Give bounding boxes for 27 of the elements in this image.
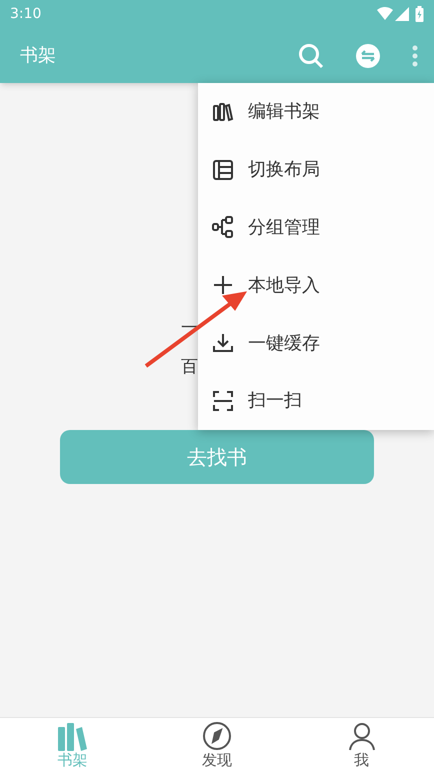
books-icon — [57, 723, 88, 752]
battery-icon — [415, 6, 424, 22]
nodes-icon — [212, 216, 234, 238]
download-icon — [212, 332, 234, 354]
plus-icon — [212, 274, 234, 296]
search-icon[interactable] — [298, 42, 324, 68]
nav-tab[interactable]: 我 — [289, 718, 434, 772]
status-time: 3:10 — [10, 4, 42, 24]
signal-icon — [395, 7, 409, 21]
layout-icon — [212, 158, 234, 181]
message-text: 百 — [181, 359, 198, 376]
books-icon — [212, 100, 234, 123]
wifi-icon — [377, 7, 393, 21]
message-text: 一 — [181, 320, 198, 337]
menu-item[interactable]: 本地导入 — [248, 272, 320, 299]
menu-item[interactable]: 切换布局 — [248, 156, 320, 184]
scan-icon — [212, 390, 234, 412]
person-icon — [346, 721, 377, 752]
menu-item[interactable]: 编辑书架 — [248, 98, 320, 126]
toolbar-title: 书架 — [20, 44, 56, 68]
menu-item[interactable]: 一键缓存 — [248, 330, 320, 357]
menu-item[interactable]: 扫一扫 — [248, 387, 302, 414]
exchange-icon[interactable] — [356, 44, 380, 68]
compass-icon — [202, 721, 232, 752]
more-icon[interactable] — [412, 44, 418, 66]
menu-item[interactable]: 分组管理 — [248, 214, 320, 241]
nav-tab[interactable]: 发现 — [144, 718, 290, 772]
